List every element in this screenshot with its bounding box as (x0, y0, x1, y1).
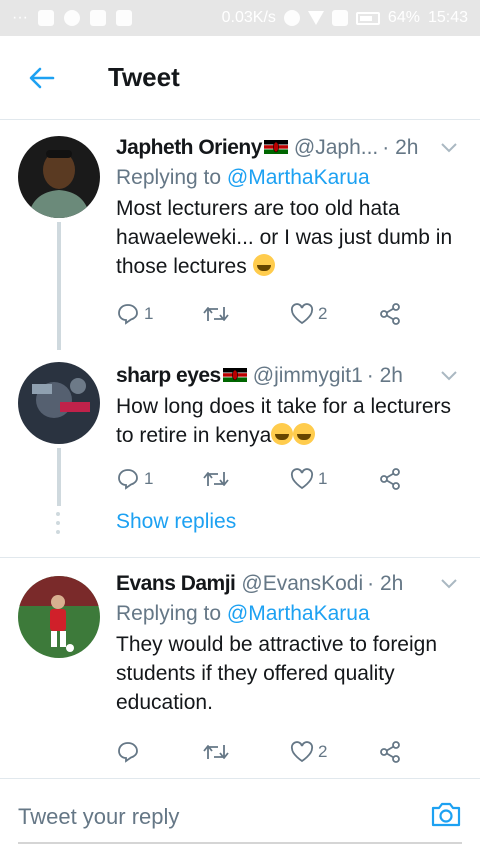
tweet-header: sharp eyes @jimmygit1 · 2h (116, 364, 462, 388)
back-button[interactable] (0, 67, 84, 89)
reply-button[interactable] (116, 740, 202, 764)
clock: 15:43 (427, 9, 468, 26)
reply-input-underline (18, 842, 462, 844)
avatar[interactable] (18, 362, 100, 444)
status-bar: ··· 0.03K/s 64% 15:43 (0, 0, 480, 36)
retweet-icon (203, 745, 229, 759)
tweet-text: Most lecturers are too old hata hawaelew… (116, 194, 462, 281)
author-handle[interactable]: @Japh... (294, 136, 378, 160)
divider (0, 557, 480, 558)
like-icon (290, 468, 314, 490)
tweet-card[interactable]: sharp eyes @jimmygit1 · 2h How long does… (0, 352, 480, 494)
tweet-header: Evans Damji @EvansKodi · 2h (116, 572, 462, 596)
tweet-time: · 2h (366, 364, 403, 387)
network-speed: 0.03K/s (221, 9, 276, 26)
retweet-icon (203, 307, 229, 321)
laughing-emoji-icon (252, 254, 275, 276)
laughing-emoji-icon (293, 423, 316, 445)
replying-to: Replying to @MarthaKarua (116, 602, 462, 626)
share-icon (380, 468, 400, 490)
chevron-down-icon[interactable] (440, 370, 458, 382)
reply-button[interactable]: 1 (116, 467, 202, 491)
replying-to-link[interactable]: @MarthaKarua (227, 602, 370, 625)
gallery-icon (89, 10, 106, 26)
like-icon (290, 303, 314, 325)
like-count: 2 (318, 304, 328, 323)
author-name[interactable]: sharp eyes (116, 364, 221, 388)
whatsapp-icon (63, 10, 80, 26)
tweet-actions: 1 2 (116, 299, 462, 329)
tweet-card[interactable]: Japheth Orieny @Japh... · 2h Replying to… (0, 124, 480, 329)
laughing-emoji-icon (271, 423, 294, 445)
replying-prefix: Replying to (116, 166, 227, 189)
mail-icon (115, 10, 132, 26)
tweet-text: How long does it take for a lecturers to… (116, 392, 462, 450)
chevron-down-icon[interactable] (440, 578, 458, 590)
replying-prefix: Replying to (116, 602, 227, 625)
chevron-down-icon[interactable] (440, 142, 458, 154)
like-count: 2 (318, 742, 328, 761)
reply-icon (118, 469, 138, 490)
share-button[interactable] (378, 467, 402, 491)
author-handle[interactable]: @jimmygit1 (253, 364, 363, 388)
vpn-icon (37, 10, 54, 26)
status-bar-right: 0.03K/s 64% 15:43 (222, 9, 468, 27)
share-button[interactable] (378, 740, 402, 764)
status-bar-left: ··· (12, 9, 132, 27)
reply-icon (118, 304, 138, 325)
like-count: 1 (318, 469, 328, 488)
replying-to-link[interactable]: @MarthaKarua (227, 166, 370, 189)
like-button[interactable]: 2 (290, 741, 378, 763)
sim-icon (331, 10, 348, 26)
reply-count: 1 (144, 469, 154, 488)
camera-button[interactable] (430, 800, 462, 833)
author-handle[interactable]: @EvansKodi (241, 572, 363, 596)
retweet-icon (203, 472, 229, 486)
avatar[interactable] (18, 136, 100, 218)
reply-icon (118, 742, 138, 763)
avatar-image (18, 136, 100, 218)
retweet-button[interactable] (202, 468, 290, 490)
author-name[interactable]: Japheth Orieny (116, 136, 262, 160)
share-icon (380, 741, 400, 763)
back-arrow-icon (29, 67, 55, 88)
tweet-text: They would be attractive to foreign stud… (116, 630, 462, 717)
avatar-image (18, 576, 100, 658)
reply-bar: Tweet your reply (0, 778, 480, 854)
kenya-flag-icon (263, 140, 288, 154)
share-button[interactable] (378, 302, 402, 326)
reply-button[interactable]: 1 (116, 302, 202, 326)
thread-dots (56, 512, 60, 534)
battery-icon (355, 11, 380, 25)
tweet-body: Most lecturers are too old hata hawaelew… (116, 197, 453, 278)
alarm-icon (283, 10, 300, 26)
share-icon (380, 303, 400, 325)
wifi-icon (307, 11, 324, 25)
tweet-card[interactable]: Evans Damji @EvansKodi · 2h Replying to … (0, 560, 480, 767)
like-button[interactable]: 1 (290, 468, 378, 490)
avatar[interactable] (18, 576, 100, 658)
like-button[interactable]: 2 (290, 303, 378, 325)
tweet-time: · 2h (367, 572, 404, 595)
reply-count: 1 (144, 304, 154, 323)
camera-icon (431, 802, 461, 827)
avatar-image (18, 362, 100, 444)
page-title: Tweet (108, 62, 180, 92)
reply-input[interactable]: Tweet your reply (18, 804, 430, 830)
retweet-button[interactable] (202, 303, 290, 325)
tweet-actions: 1 1 (116, 464, 462, 494)
battery-level: 64% (387, 9, 420, 26)
tweet-time: · 2h (382, 136, 419, 159)
show-replies-link[interactable]: Show replies (116, 510, 236, 534)
replying-to: Replying to @MarthaKarua (116, 166, 462, 190)
author-name[interactable]: Evans Damji (116, 572, 236, 596)
retweet-button[interactable] (202, 741, 290, 763)
like-icon (290, 741, 314, 763)
tweet-actions: 2 (116, 737, 462, 767)
tweet-header: Japheth Orieny @Japh... · 2h (116, 136, 462, 160)
kenya-flag-icon (222, 368, 247, 382)
app-header: Tweet (0, 36, 480, 120)
more-notifications-icon: ··· (12, 9, 28, 26)
tweet-body: They would be attractive to foreign stud… (116, 633, 438, 714)
